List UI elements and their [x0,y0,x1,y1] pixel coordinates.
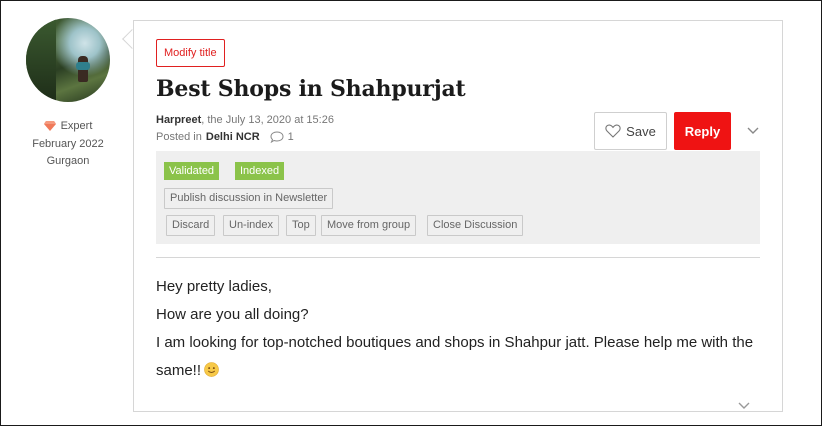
author-name-link[interactable]: Harpreet [156,114,201,126]
post-meta-author: Harpreet, the July 13, 2020 at 15:26 [156,114,334,126]
indexed-tag: Indexed [235,162,285,180]
unindex-button[interactable]: Un-index [223,215,280,236]
moderation-panel: Validated Indexed Publish discussion in … [156,151,760,244]
save-label: Save [626,123,656,139]
page-title: Best Shops in Shahpurjat [156,76,466,102]
save-button[interactable]: Save [594,112,667,150]
discard-button[interactable]: Discard [166,215,216,236]
author-column: Expert February 2022 Gurgaon [18,18,118,170]
publish-newsletter-button[interactable]: Publish discussion in Newsletter [164,188,334,209]
smiley-icon [204,362,219,377]
chevron-down-icon[interactable] [747,127,759,135]
author-joined: February 2022 [32,138,104,150]
body-line: How are you all doing? [156,306,309,323]
reply-button[interactable]: Reply [674,112,731,150]
badge-label: Expert [60,120,93,132]
post-date: , the July 13, 2020 at 15:26 [201,114,334,126]
close-discussion-button[interactable]: Close Discussion [427,215,524,236]
chevron-down-icon[interactable] [738,402,750,410]
category-link[interactable]: Delhi NCR [206,131,260,143]
move-from-group-button[interactable]: Move from group [321,215,417,236]
gem-icon [43,121,56,131]
comment-count: 1 [287,131,294,143]
comment-icon [270,131,284,143]
divider [156,257,760,258]
heart-icon [605,124,621,138]
modify-title-button[interactable]: Modify title [156,39,225,67]
expert-badge: Expert [18,120,118,132]
author-location: Gurgaon [46,155,90,167]
discussion-card: Modify title Best Shops in Shahpurjat Ha… [133,20,783,412]
avatar[interactable] [26,18,110,102]
validated-tag: Validated [164,162,220,180]
body-line-last: I am looking for top-notched boutiques a… [156,329,766,385]
body-line: Hey pretty ladies, [156,278,272,295]
body-line: I am looking for top-notched boutiques a… [156,334,754,379]
top-button[interactable]: Top [286,215,316,236]
post-body: Hey pretty ladies, How are you all doing… [156,273,766,385]
post-meta-category: Posted in Delhi NCR 1 [156,131,294,143]
posted-in-label: Posted in [156,131,202,143]
